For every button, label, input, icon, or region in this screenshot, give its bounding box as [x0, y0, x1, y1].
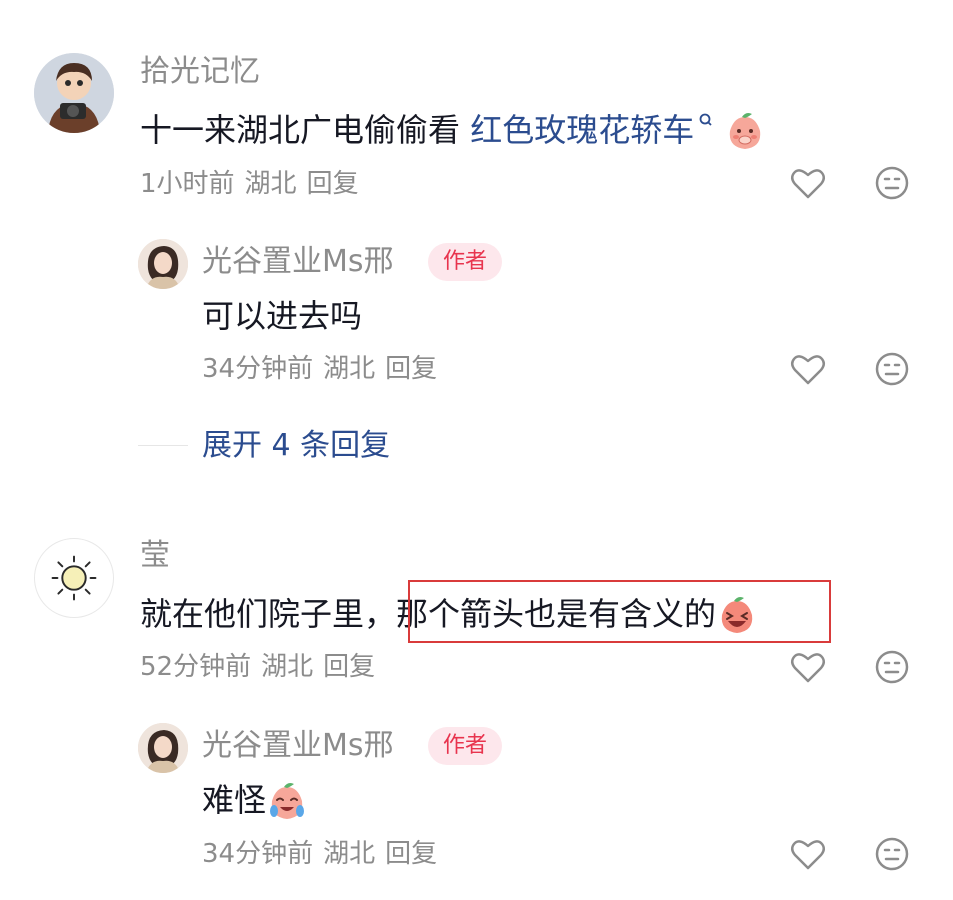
- reply-text: 难怪: [202, 780, 308, 823]
- crying-laughing-peach-emoji: [270, 783, 305, 819]
- search-link[interactable]: 红色玫瑰花轿车: [470, 111, 694, 149]
- reply-meta: 34分钟前 湖北 回复: [202, 838, 447, 870]
- woman-avatar-image: [138, 723, 188, 773]
- comment-text: 十一来湖北广电偷偷看 红色玫瑰花轿车: [140, 110, 766, 153]
- dislike-button[interactable]: [872, 647, 912, 687]
- dislike-button[interactable]: [872, 834, 912, 874]
- woman-avatar-image: [138, 239, 188, 289]
- like-button[interactable]: [788, 834, 828, 874]
- avatar[interactable]: [34, 538, 114, 618]
- meh-face-icon: [875, 352, 909, 386]
- expand-replies-button[interactable]: 展开 4 条回复: [202, 428, 390, 464]
- sun-avatar-image: [51, 555, 97, 601]
- heart-icon: [791, 355, 825, 385]
- reply-button[interactable]: 回复: [385, 354, 437, 384]
- like-button[interactable]: [788, 163, 828, 203]
- heart-icon: [791, 169, 825, 199]
- comment-location: 湖北: [244, 169, 297, 199]
- dislike-button[interactable]: [872, 349, 912, 389]
- shy-peach-emoji: [729, 113, 761, 149]
- comment-time: 52分钟前: [140, 652, 252, 682]
- like-button[interactable]: [788, 349, 828, 389]
- comment-username[interactable]: 莹: [140, 538, 170, 574]
- comment-meta: 52分钟前 湖北 回复: [140, 651, 385, 683]
- reply-avatar[interactable]: [138, 239, 188, 289]
- meh-face-icon: [875, 837, 909, 871]
- reply-meta: 34分钟前 湖北 回复: [202, 353, 447, 385]
- reply-location: 湖北: [323, 354, 376, 384]
- comment-username[interactable]: 拾光记忆: [140, 54, 260, 90]
- meh-face-icon: [875, 650, 909, 684]
- comment-meta: 1小时前 湖北 回复: [140, 168, 369, 200]
- reply-button[interactable]: 回复: [307, 169, 359, 199]
- reply-location: 湖北: [323, 839, 376, 869]
- reply-username[interactable]: 光谷置业Ms邢: [202, 728, 394, 764]
- comment-text-body: 就在他们院子里，: [140, 595, 397, 633]
- like-button[interactable]: [788, 647, 828, 687]
- highlight-annotation-box: [408, 580, 831, 643]
- comment-time: 1小时前: [140, 169, 235, 199]
- reply-button[interactable]: 回复: [385, 839, 437, 869]
- heart-icon: [791, 840, 825, 870]
- reply-time: 34分钟前: [202, 839, 314, 869]
- comment-location: 湖北: [261, 652, 314, 682]
- reply-button[interactable]: 回复: [323, 652, 375, 682]
- search-icon[interactable]: [698, 112, 714, 134]
- comment-text-body: 十一来湖北广电偷偷看: [140, 111, 471, 149]
- heart-icon: [791, 653, 825, 683]
- reply-avatar[interactable]: [138, 723, 188, 773]
- meh-face-icon: [875, 166, 909, 200]
- avatar[interactable]: [34, 53, 114, 133]
- child-photographer-avatar-image: [34, 53, 114, 133]
- reply-time: 34分钟前: [202, 354, 314, 384]
- dislike-button[interactable]: [872, 163, 912, 203]
- reply-username[interactable]: 光谷置业Ms邢: [202, 244, 394, 280]
- expand-divider: [138, 445, 188, 446]
- reply-text-body: 难怪: [202, 781, 267, 819]
- author-badge: 作者: [428, 727, 503, 765]
- author-badge: 作者: [428, 243, 503, 281]
- reply-text: 可以进去吗: [202, 297, 363, 335]
